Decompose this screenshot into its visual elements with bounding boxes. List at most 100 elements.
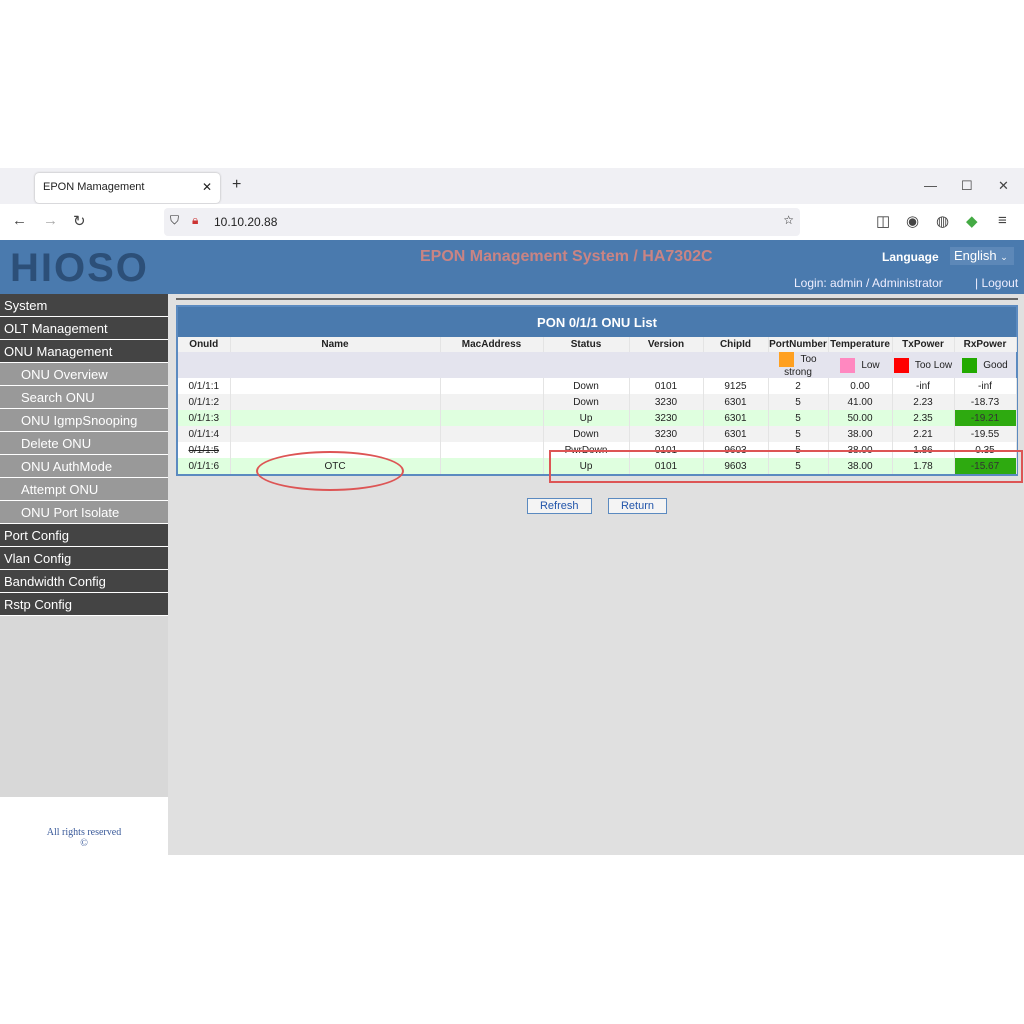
table-cell: Up [543, 410, 630, 426]
app: HIOSO EPON Management System / HA7302C L… [0, 240, 1024, 855]
addon-icon[interactable]: ◆ [966, 212, 978, 230]
column-header: Name [230, 337, 441, 352]
back-icon[interactable]: ← [12, 212, 27, 229]
pocket-icon[interactable]: ◫ [876, 212, 890, 230]
table-cell: 6301 [703, 410, 769, 426]
legend-label: Too Low [914, 359, 953, 371]
sidebar-item[interactable]: Vlan Config [0, 547, 168, 570]
shield-icon: ⛉ [170, 213, 180, 227]
address-bar[interactable]: ⛉ 🔒︎ 10.10.20.88 ☆ [164, 208, 800, 236]
legend-swatch [962, 357, 978, 373]
language-select[interactable]: English ⌄ [950, 247, 1014, 265]
browser-tab[interactable]: EPON Mamagement ✕ [35, 173, 220, 203]
sidebar-item[interactable]: ONU IgmpSnooping [0, 409, 168, 432]
table-cell: 3230 [629, 426, 704, 442]
table-cell: -inf [892, 378, 955, 394]
sidebar-item[interactable]: OLT Management [0, 317, 168, 340]
legend-swatch [779, 352, 795, 367]
table-cell: 3230 [629, 394, 704, 410]
table-cell: Down [543, 378, 630, 394]
table-cell [440, 442, 544, 458]
table-cell: -18.73 [954, 394, 1017, 410]
sidebar-item[interactable]: Search ONU [0, 386, 168, 409]
table-cell [230, 410, 441, 426]
table-cell [440, 410, 544, 426]
table-cell: 0/1/1:5 [178, 442, 231, 458]
table-cell: 50.00 [828, 410, 893, 426]
sidebar-item[interactable]: Rstp Config [0, 593, 168, 616]
table-cell [230, 426, 441, 442]
globe-icon[interactable]: ◍ [936, 212, 949, 230]
panel-title: PON 0/1/1 ONU List [178, 307, 1016, 337]
legend-swatch [893, 357, 909, 373]
forward-icon[interactable]: → [43, 212, 58, 229]
lock-icon: 🔒︎ [192, 213, 199, 227]
column-header: Temperature [828, 337, 893, 352]
table-row[interactable]: 0/1/1:3 Up 3230 6301 5 50.00 2.35 -19.21 [178, 410, 1017, 426]
table-cell: 41.00 [828, 394, 893, 410]
legend-row: Too strong Low Too Low Good [178, 352, 1016, 378]
table-cell [440, 378, 544, 394]
table-cell: 0101 [629, 378, 704, 394]
legend-item: Low [828, 352, 892, 378]
table-cell: 5 [768, 426, 829, 442]
bookmark-star-icon[interactable]: ☆ [783, 213, 794, 227]
table-cell [440, 394, 544, 410]
table-cell: 0/1/1:4 [178, 426, 231, 442]
column-header: ChipId [703, 337, 769, 352]
column-header: MacAddress [440, 337, 544, 352]
legend-item: Too Low [892, 352, 954, 378]
column-header: PortNumber [768, 337, 829, 352]
logo: HIOSO [10, 246, 149, 290]
legend-label: Good [983, 359, 1008, 371]
menu-icon[interactable]: ≡ [998, 212, 1007, 229]
table-cell: 9125 [703, 378, 769, 394]
tab-title: EPON Mamagement [43, 181, 145, 193]
table-cell: 6301 [703, 394, 769, 410]
sidebar-item[interactable]: Bandwidth Config [0, 570, 168, 593]
column-header: TxPower [892, 337, 955, 352]
table-row[interactable]: 0/1/1:2 Down 3230 6301 5 41.00 2.23 -18.73 [178, 394, 1017, 410]
sidebar-item[interactable]: ONU Management [0, 340, 168, 363]
table-cell: 0/1/1:2 [178, 394, 231, 410]
language-value: English [954, 248, 997, 263]
url-text: 10.10.20.88 [214, 215, 278, 229]
logout-link[interactable]: | Logout [975, 276, 1018, 290]
extension-icon[interactable]: ◉ [906, 212, 919, 230]
sidebar-item[interactable]: Port Config [0, 524, 168, 547]
refresh-button[interactable]: Refresh [526, 498, 592, 514]
minimize-icon[interactable]: — [924, 178, 937, 193]
column-header: Version [629, 337, 704, 352]
table-cell [230, 394, 441, 410]
close-tab-icon[interactable]: ✕ [202, 180, 212, 194]
sidebar-item[interactable]: ONU Overview [0, 363, 168, 386]
table-cell: Down [543, 426, 630, 442]
table-row[interactable]: 0/1/1:4 Down 3230 6301 5 38.00 2.21 -19.55 [178, 426, 1017, 442]
sidebar-item[interactable]: System [0, 294, 168, 317]
sidebar-item[interactable]: ONU AuthMode [0, 455, 168, 478]
table-cell: 3230 [629, 410, 704, 426]
column-header: OnuId [178, 337, 231, 352]
new-tab-icon[interactable]: + [232, 176, 241, 194]
table-cell: 2.23 [892, 394, 955, 410]
table-cell: 0/1/1:3 [178, 410, 231, 426]
sidebar-item[interactable]: Delete ONU [0, 432, 168, 455]
legend-item: Good [954, 352, 1016, 378]
table-cell: 38.00 [828, 426, 893, 442]
page-title: EPON Management System / HA7302C [420, 248, 713, 265]
sidebar-item[interactable]: ONU Port Isolate [0, 501, 168, 524]
copyright-text: © [80, 838, 88, 849]
table-cell: -inf [954, 378, 1017, 394]
column-header: RxPower [954, 337, 1017, 352]
divider [176, 298, 1018, 300]
table-row[interactable]: 0/1/1:1 Down 0101 9125 2 0.00 -inf -inf [178, 378, 1017, 394]
sidebar-item[interactable]: Attempt ONU [0, 478, 168, 501]
table-cell [440, 426, 544, 442]
reload-icon[interactable]: ↻ [73, 212, 86, 230]
legend-label: Low [861, 359, 880, 371]
close-window-icon[interactable]: ✕ [998, 178, 1009, 194]
table-cell: -19.55 [954, 426, 1017, 442]
return-button[interactable]: Return [607, 498, 667, 514]
maximize-icon[interactable]: ☐ [961, 178, 973, 194]
table-cell: 0/1/1:6 [178, 458, 231, 474]
